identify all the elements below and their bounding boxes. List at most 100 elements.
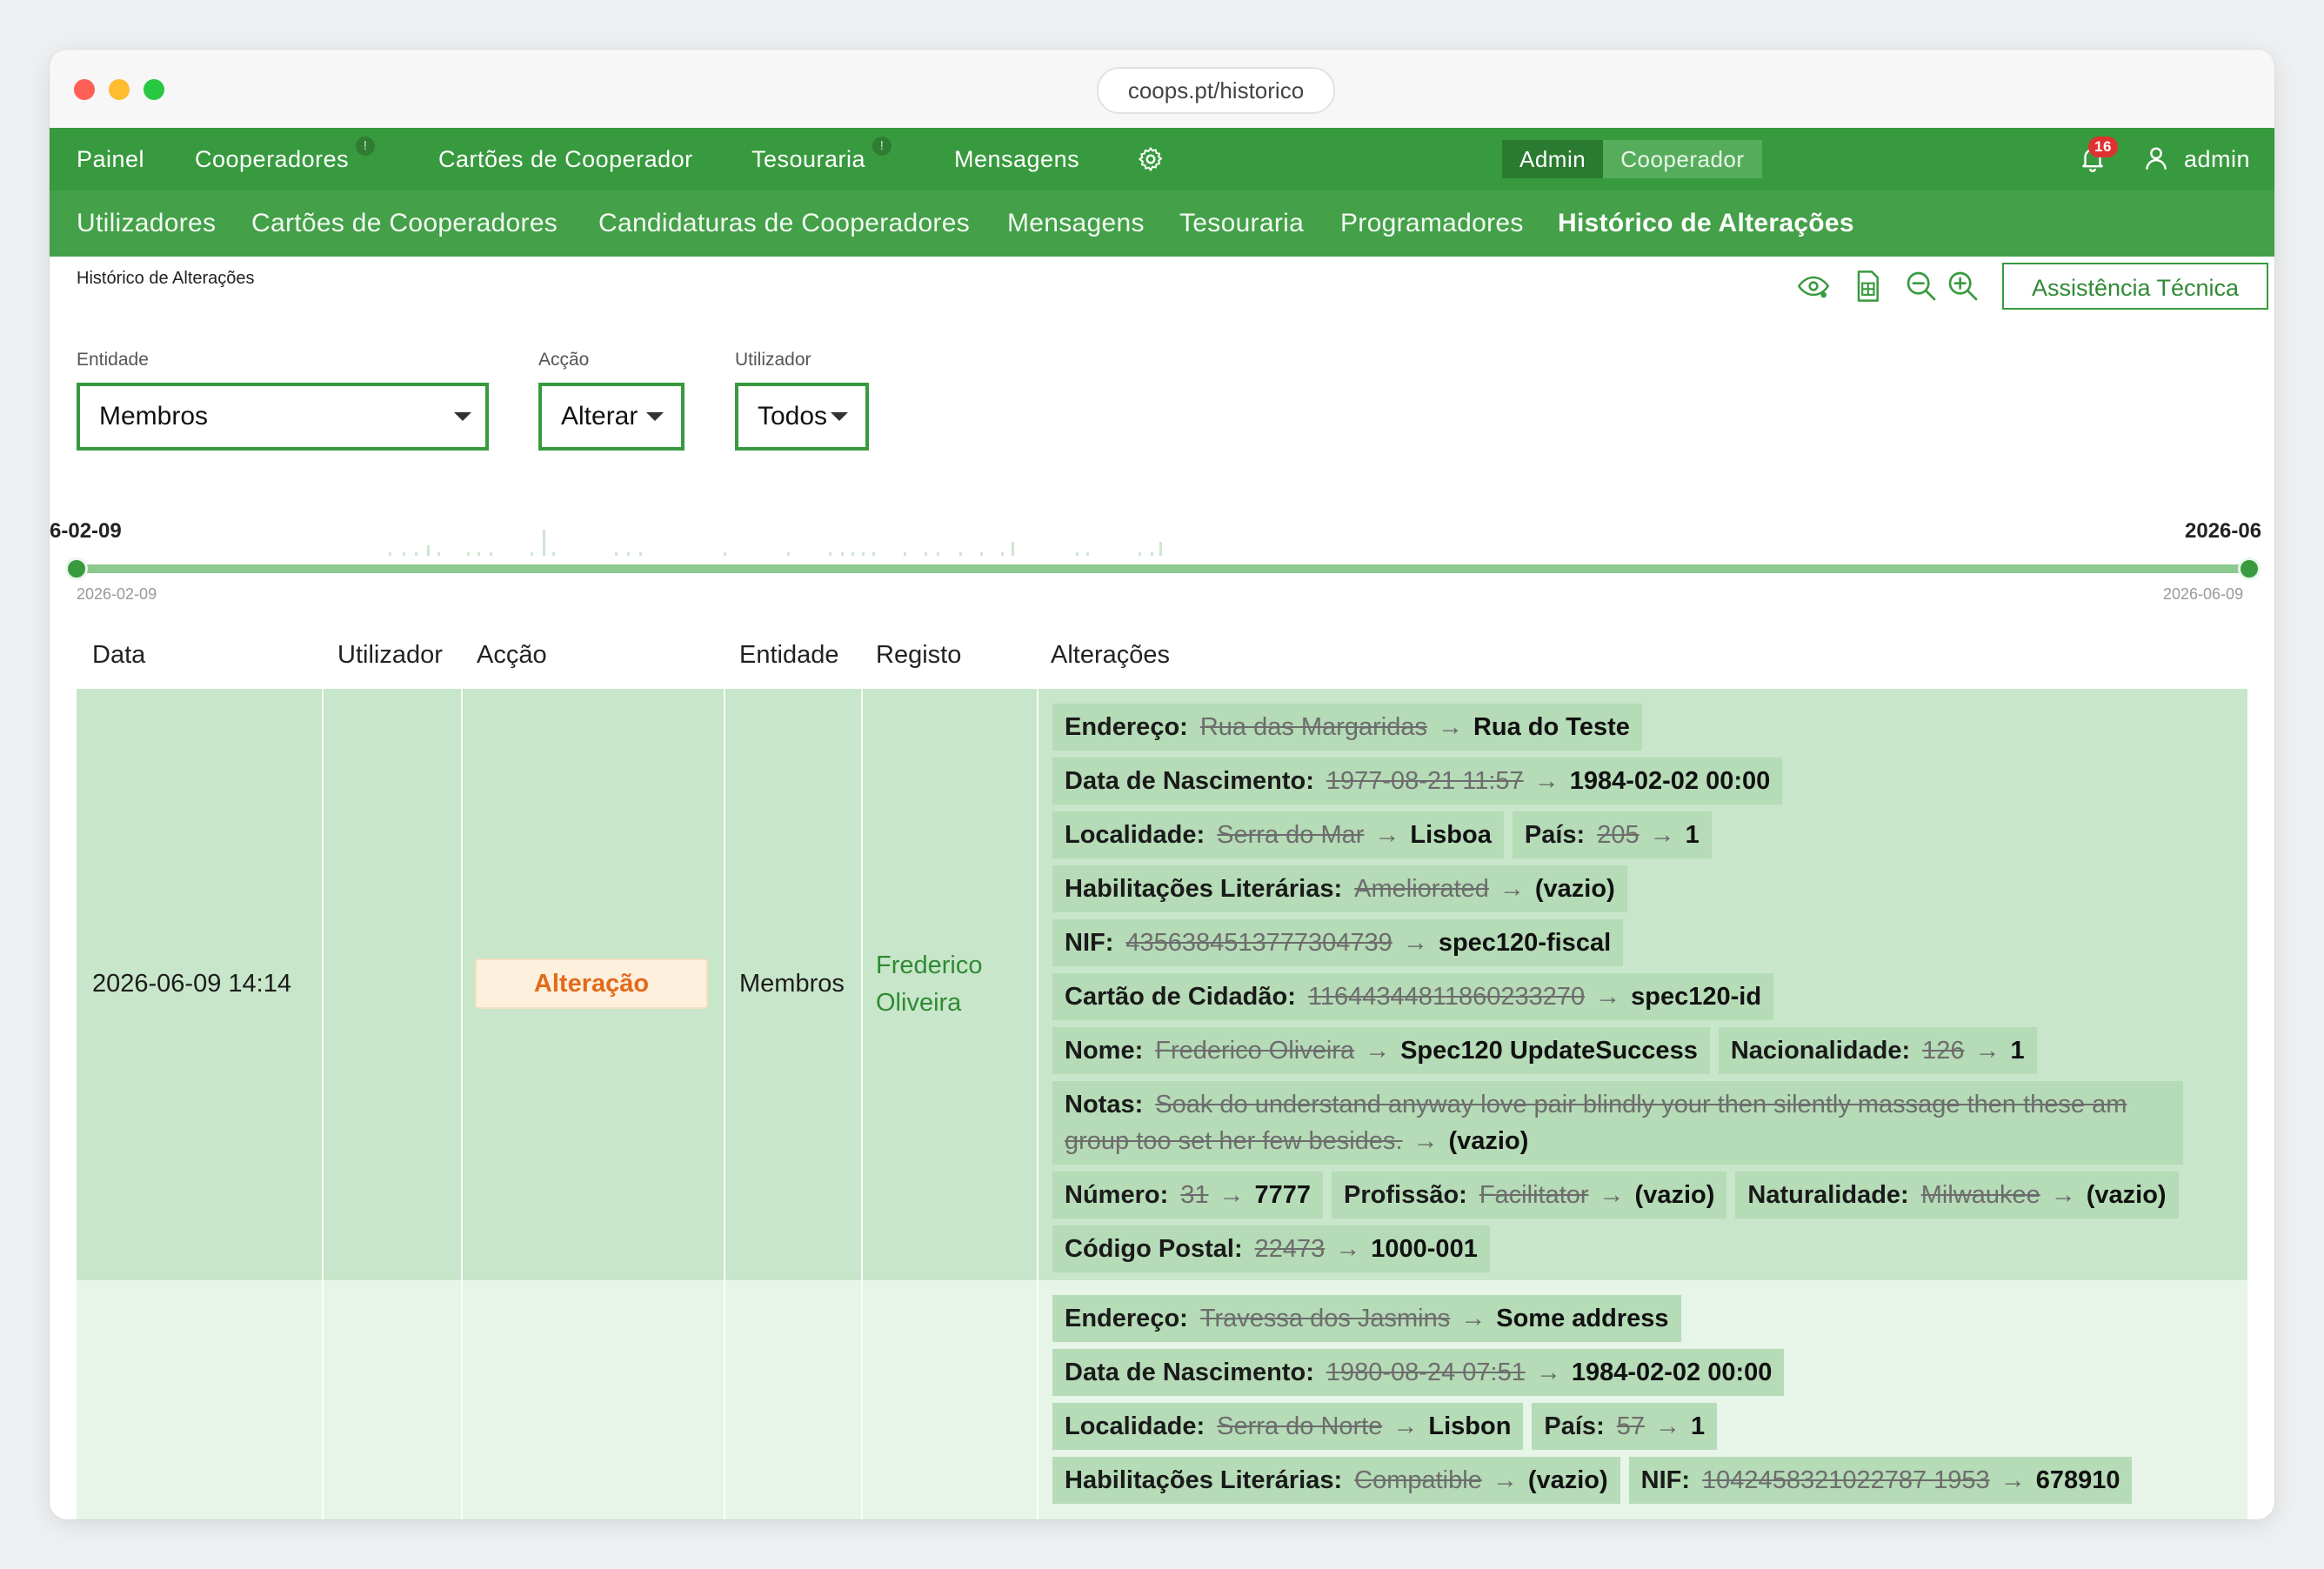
- change-field-name: Localidade:: [1065, 821, 1205, 849]
- entity-select[interactable]: Membros: [77, 383, 489, 451]
- arrow-right-icon: →: [1649, 821, 1675, 849]
- change-item: Localidade: Serra do Norte → Lisbon: [1052, 1403, 1524, 1450]
- timeline-tick: [1159, 542, 1162, 556]
- change-new-value: spec120-fiscal: [1438, 929, 1612, 957]
- change-line: Habilitações Literárias: Ameliorated → (vaz…: [1052, 865, 2235, 912]
- change-new-value: (vazio): [1534, 875, 1615, 903]
- url-bar[interactable]: coops.pt/historico: [1097, 67, 1335, 114]
- arrow-right-icon: →: [1437, 713, 1463, 741]
- change-item: Localidade: Serra do Mar → Lisboa: [1052, 811, 1504, 858]
- column-header-date[interactable]: Data: [92, 641, 145, 670]
- zoom-out-icon[interactable]: [1904, 269, 1939, 304]
- timeline-tick: [862, 552, 865, 556]
- subnav-item-historico[interactable]: Histórico de Alterações: [1558, 190, 1854, 257]
- alert-badge: !: [356, 137, 376, 156]
- timeline-tick: [925, 552, 927, 556]
- change-item: NIF: 1042458321022787 1953 → 678910: [1628, 1457, 2133, 1504]
- arrow-right-icon: →: [1219, 1181, 1245, 1209]
- column-header-user[interactable]: Utilizador: [337, 641, 443, 670]
- chevron-down-icon: [646, 412, 664, 421]
- change-item: Habilitações Literárias: Ameliorated → (vaz…: [1052, 865, 1627, 912]
- nav-item-cooperadores[interactable]: Cooperadores!: [195, 128, 376, 190]
- timeline-start-handle[interactable]: [65, 557, 88, 580]
- arrow-right-icon: →: [2000, 1466, 2026, 1494]
- timeline-tick: [787, 552, 790, 556]
- technical-assistance-button[interactable]: Assistência Técnica: [2002, 263, 2268, 310]
- column-header-record[interactable]: Registo: [876, 641, 961, 670]
- subnav-item-programadores[interactable]: Programadores: [1340, 190, 1524, 257]
- record-link[interactable]: Frederico Oliveira: [876, 947, 1006, 1022]
- timeline-tick: [543, 530, 545, 556]
- role-admin-button[interactable]: Admin: [1502, 140, 1604, 178]
- minimize-window-button[interactable]: [109, 79, 130, 100]
- timeline-end-handle[interactable]: [2238, 557, 2261, 580]
- nav-item-cartoes[interactable]: Cartões de Cooperador: [438, 128, 693, 190]
- column-divider: [461, 689, 463, 1519]
- nav-item-mensagens[interactable]: Mensagens: [954, 128, 1079, 190]
- timeline-tick: [959, 552, 962, 556]
- change-line: Data de Nascimento: 1977-08-21 11:57 → 1984…: [1052, 758, 2235, 805]
- change-line: Código Postal: 22473 → 1000-001: [1052, 1225, 2235, 1272]
- change-new-value: (vazio): [1448, 1127, 1529, 1155]
- column-divider: [724, 689, 725, 1519]
- arrow-right-icon: →: [1365, 1037, 1391, 1065]
- column-divider: [322, 689, 324, 1519]
- eye-settings-icon[interactable]: [1796, 269, 1831, 304]
- column-header-entity[interactable]: Entidade: [739, 641, 839, 670]
- change-new-value: Spec120 UpdateSuccess: [1400, 1037, 1698, 1065]
- timeline-slider-track[interactable]: [76, 564, 2248, 573]
- nav-item-tesouraria[interactable]: Tesouraria!: [751, 128, 892, 190]
- top-navigation: Painel Cooperadores! Cartões de Cooperad…: [50, 128, 2274, 190]
- change-new-value: 1984-02-02 00:00: [1571, 1359, 1773, 1386]
- subnav-item-tesouraria[interactable]: Tesouraria: [1179, 190, 1304, 257]
- change-old-value: Ameliorated: [1354, 875, 1489, 903]
- change-field-name: Nacionalidade:: [1730, 1037, 1911, 1065]
- change-line: Habilitações Literárias: Compatible → (vazi…: [1052, 1457, 2235, 1504]
- change-new-value: spec120-id: [1631, 983, 1762, 1011]
- user-icon[interactable]: [2141, 144, 2171, 173]
- zoom-in-icon[interactable]: [1946, 269, 1980, 304]
- change-old-value: 57: [1616, 1412, 1645, 1440]
- gear-icon[interactable]: [1137, 145, 1165, 173]
- change-item: Data de Nascimento: 1980-08-24 07:51 → 1984…: [1052, 1349, 1785, 1396]
- timeline-tick: [427, 545, 430, 556]
- role-cooperator-button[interactable]: Cooperador: [1603, 140, 1762, 178]
- record-link-text: Frederico Oliveira: [876, 951, 983, 1017]
- change-new-value: (vazio): [1634, 1181, 1715, 1209]
- timeline-tick: [437, 552, 440, 556]
- nav-item-painel[interactable]: Painel: [77, 128, 144, 190]
- change-item: Data de Nascimento: 1977-08-21 11:57 → 1984…: [1052, 758, 1783, 805]
- timeline-tick: [851, 552, 854, 556]
- column-header-action[interactable]: Acção: [477, 641, 547, 670]
- maximize-window-button[interactable]: [144, 79, 164, 100]
- change-line: NIF: 4356384513777304739 → spec120-fiscal: [1052, 919, 2235, 966]
- column-header-changes[interactable]: Alterações: [1051, 641, 1170, 670]
- change-line: Nome: Frederico Oliveira → Spec120 UpdateSu…: [1052, 1027, 2235, 1074]
- change-item: Número: 31 → 7777: [1052, 1172, 1324, 1218]
- arrow-right-icon: →: [1535, 1359, 1561, 1386]
- change-field-name: Nome:: [1065, 1037, 1144, 1065]
- subnav-item-mensagens[interactable]: Mensagens: [1007, 190, 1145, 257]
- change-field-name: Data de Nascimento:: [1065, 767, 1314, 795]
- subnav-item-utilizadores[interactable]: Utilizadores: [77, 190, 216, 257]
- arrow-right-icon: →: [1533, 767, 1559, 795]
- nav-label: Painel: [77, 146, 145, 172]
- nav-label: Tesouraria: [751, 146, 866, 172]
- change-old-value: Soak do understand anyway love pair blin…: [1065, 1091, 2127, 1155]
- close-window-button[interactable]: [74, 79, 95, 100]
- breadcrumb: Histórico de Alterações: [77, 269, 255, 288]
- user-name[interactable]: admin: [2184, 128, 2250, 190]
- change-item: País: 57 → 1: [1532, 1403, 1718, 1450]
- spreadsheet-icon[interactable]: [1850, 269, 1885, 304]
- notification-count-badge: 16: [2088, 137, 2118, 157]
- column-divider: [1037, 689, 1038, 1519]
- arrow-right-icon: →: [1335, 1235, 1361, 1263]
- subnav-item-candidaturas[interactable]: Candidaturas de Cooperadores: [598, 190, 970, 257]
- user-select[interactable]: Todos: [735, 383, 869, 451]
- timeline-tick: [490, 552, 492, 556]
- action-select-value: Alterar: [561, 402, 638, 431]
- timeline-tick: [1086, 552, 1089, 556]
- arrow-right-icon: →: [1392, 1412, 1419, 1440]
- subnav-item-cartoes[interactable]: Cartões de Cooperadores: [251, 190, 558, 257]
- action-select[interactable]: Alterar: [538, 383, 685, 451]
